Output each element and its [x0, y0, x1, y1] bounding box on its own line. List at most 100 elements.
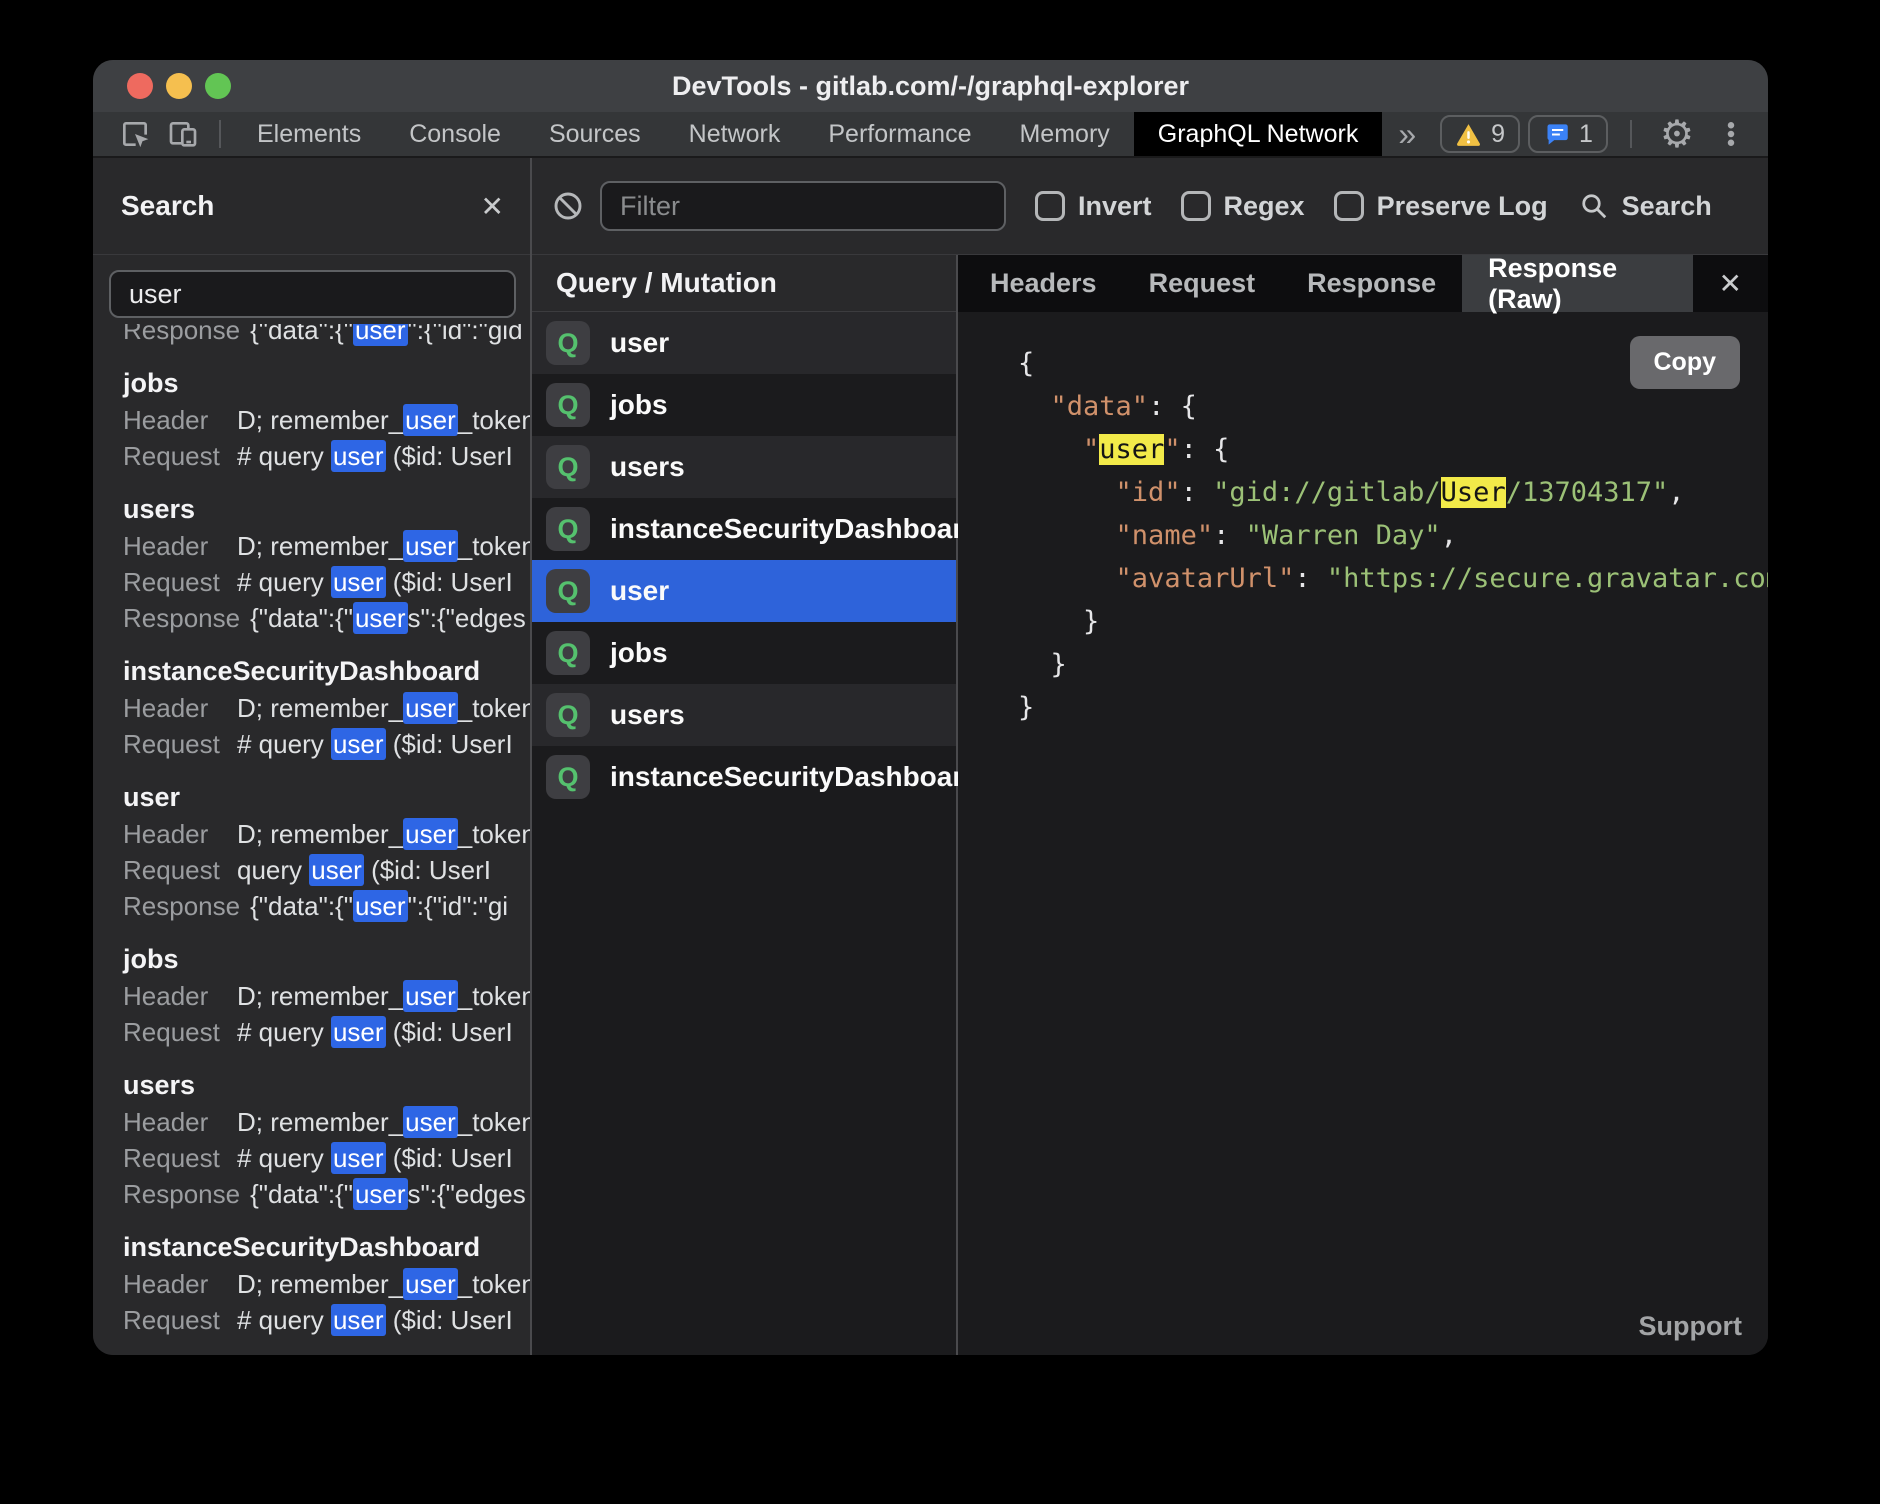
- preserve-log-checkbox[interactable]: Preserve Log: [1334, 191, 1548, 222]
- search-result-line[interactable]: HeaderD; remember_user_token=e: [123, 1266, 530, 1302]
- devtools-tab-performance[interactable]: Performance: [804, 112, 995, 156]
- regex-checkbox[interactable]: Regex: [1181, 191, 1305, 222]
- tab-request[interactable]: Request: [1123, 255, 1282, 312]
- search-result-field: Request: [123, 726, 227, 762]
- warnings-badge[interactable]: 9: [1440, 115, 1520, 153]
- device-toolbar-icon[interactable]: [159, 112, 207, 156]
- minimize-window-button[interactable]: [166, 73, 192, 99]
- search-result-line[interactable]: Response{"data":{"users":{"edges: [123, 1176, 530, 1212]
- inspect-element-icon[interactable]: [111, 112, 159, 156]
- close-window-button[interactable]: [127, 73, 153, 99]
- search-result-line[interactable]: HeaderD; remember_user_token=e: [123, 402, 530, 438]
- devtools-tab-console[interactable]: Console: [385, 112, 525, 156]
- query-item-instancesecuritydashboard[interactable]: QinstanceSecurityDashboard: [532, 746, 956, 808]
- json-line: "id": "gid://gitlab/User/13704317",: [1018, 471, 1768, 514]
- regex-checkbox-box[interactable]: [1181, 191, 1211, 221]
- clear-log-icon[interactable]: [552, 190, 584, 222]
- search-result-field: Request: [123, 852, 227, 888]
- query-item-label: jobs: [610, 637, 668, 669]
- query-item-label: users: [610, 451, 685, 483]
- zoom-window-button[interactable]: [205, 73, 231, 99]
- search-result-line[interactable]: Request# query user ($id: UserI: [123, 1014, 530, 1050]
- query-type-badge: Q: [546, 755, 590, 799]
- preserve-log-checkbox-box[interactable]: [1334, 191, 1364, 221]
- query-item-jobs[interactable]: Qjobs: [532, 622, 956, 684]
- tab-headers[interactable]: Headers: [964, 255, 1123, 312]
- search-result-match: D; remember_user_token=e: [237, 528, 530, 564]
- search-result-match: D; remember_user_token=e: [237, 402, 530, 438]
- search-icon: [1579, 191, 1609, 221]
- search-result-line[interactable]: HeaderD; remember_user_token=e: [123, 978, 530, 1014]
- search-result-line[interactable]: Request# query user ($id: UserI: [123, 564, 530, 600]
- search-result-line[interactable]: Header D; remember_user_token=e: [123, 1104, 530, 1140]
- search-result-line[interactable]: Response{"data":{"user":{"id":"gi: [123, 888, 530, 924]
- search-result-match: D; remember_user_token=e: [237, 1104, 530, 1140]
- query-type-badge: Q: [546, 507, 590, 551]
- toolbar-divider: [219, 120, 221, 148]
- invert-checkbox-box[interactable]: [1035, 191, 1065, 221]
- search-result-field: Request: [123, 1140, 227, 1176]
- graphql-network-main: Filter Invert Regex Preserve Log Search Qu…: [532, 158, 1768, 1355]
- devtools-tab-network[interactable]: Network: [665, 112, 805, 156]
- search-result-line[interactable]: HeaderD; remember_user_token=e: [123, 816, 530, 852]
- search-result-operation[interactable]: jobs: [123, 940, 530, 978]
- search-result-line[interactable]: Requestquery user ($id: UserI: [123, 852, 530, 888]
- more-tabs-button[interactable]: »: [1382, 112, 1432, 156]
- query-item-instancesecuritydashboard[interactable]: QinstanceSecurityDashboard: [532, 498, 956, 560]
- filter-input[interactable]: Filter: [600, 181, 1006, 231]
- warning-count: 9: [1491, 120, 1505, 149]
- search-result-line[interactable]: Request# query user ($id: UserI: [123, 726, 530, 762]
- search-highlight: user: [403, 692, 458, 724]
- message-icon: [1543, 121, 1570, 148]
- search-result-line[interactable]: Request# query user ($id: UserI: [123, 1302, 530, 1338]
- search-input[interactable]: user: [109, 270, 516, 318]
- tab-response[interactable]: Response: [1281, 255, 1462, 312]
- query-item-user[interactable]: Quser: [532, 560, 956, 622]
- search-result-line[interactable]: HeaderD; remember_user_token=e: [123, 690, 530, 726]
- search-result-operation[interactable]: instanceSecurityDashboard: [123, 652, 530, 690]
- devtools-tab-memory[interactable]: Memory: [995, 112, 1133, 156]
- query-item-users[interactable]: Qusers: [532, 436, 956, 498]
- query-item-jobs[interactable]: Qjobs: [532, 374, 956, 436]
- close-detail-icon[interactable]: ✕: [1693, 255, 1768, 312]
- search-result-line[interactable]: HeaderD; remember_user_token=e: [123, 528, 530, 564]
- search-highlight: user: [353, 324, 408, 346]
- query-item-label: user: [610, 575, 669, 607]
- settings-gear-icon[interactable]: ⚙: [1654, 115, 1700, 153]
- toolbar-right: 9 1 ⚙: [1440, 112, 1768, 156]
- query-item-users[interactable]: Qusers: [532, 684, 956, 746]
- preserve-log-checkbox-label: Preserve Log: [1377, 191, 1548, 222]
- support-link[interactable]: Support: [1639, 1311, 1742, 1342]
- search-result-operation[interactable]: users: [123, 490, 530, 528]
- search-result-operation[interactable]: user: [123, 778, 530, 816]
- search-panel: Search ✕ user Response{"data":{"user":{"…: [93, 158, 532, 1355]
- search-result-line[interactable]: Request# query user ($id: UserI: [123, 438, 530, 474]
- query-item-user[interactable]: Quser: [532, 312, 956, 374]
- filter-checkboxes: Invert Regex Preserve Log: [1006, 191, 1548, 222]
- more-options-icon[interactable]: [1710, 119, 1752, 149]
- invert-checkbox-label: Invert: [1078, 191, 1152, 222]
- search-result-line[interactable]: Request# query user ($id: UserI: [123, 1140, 530, 1176]
- search-result-line[interactable]: Response{"data":{"user":{"id":"gid: [123, 324, 530, 348]
- search-result-match: # query user ($id: UserI: [237, 564, 513, 600]
- devtools-tab-graphql-network[interactable]: GraphQL Network: [1134, 112, 1383, 156]
- search-result-match: {"data":{"user":{"id":"gid: [250, 324, 522, 348]
- close-search-panel-icon[interactable]: ✕: [481, 190, 504, 223]
- copy-button[interactable]: Copy: [1630, 336, 1741, 389]
- devtools-tab-elements[interactable]: Elements: [233, 112, 385, 156]
- query-type-badge: Q: [546, 693, 590, 737]
- query-type-badge: Q: [546, 631, 590, 675]
- search-highlight: user: [331, 1142, 386, 1174]
- invert-checkbox[interactable]: Invert: [1035, 191, 1152, 222]
- issues-badge[interactable]: 1: [1528, 115, 1608, 153]
- search-result-operation[interactable]: users: [123, 1066, 530, 1104]
- search-result-operation[interactable]: jobs: [123, 364, 530, 402]
- search-result-field: Header: [123, 1104, 227, 1140]
- search-toggle-button[interactable]: Search: [1579, 191, 1712, 222]
- tab-response-raw[interactable]: Response (Raw): [1462, 255, 1692, 312]
- search-result-operation[interactable]: instanceSecurityDashboard: [123, 1228, 530, 1266]
- devtools-tab-sources[interactable]: Sources: [525, 112, 665, 156]
- search-result-line[interactable]: Response{"data":{"users":{"edges: [123, 600, 530, 636]
- search-highlight: user: [353, 890, 408, 922]
- search-result-field: Response: [123, 1176, 240, 1212]
